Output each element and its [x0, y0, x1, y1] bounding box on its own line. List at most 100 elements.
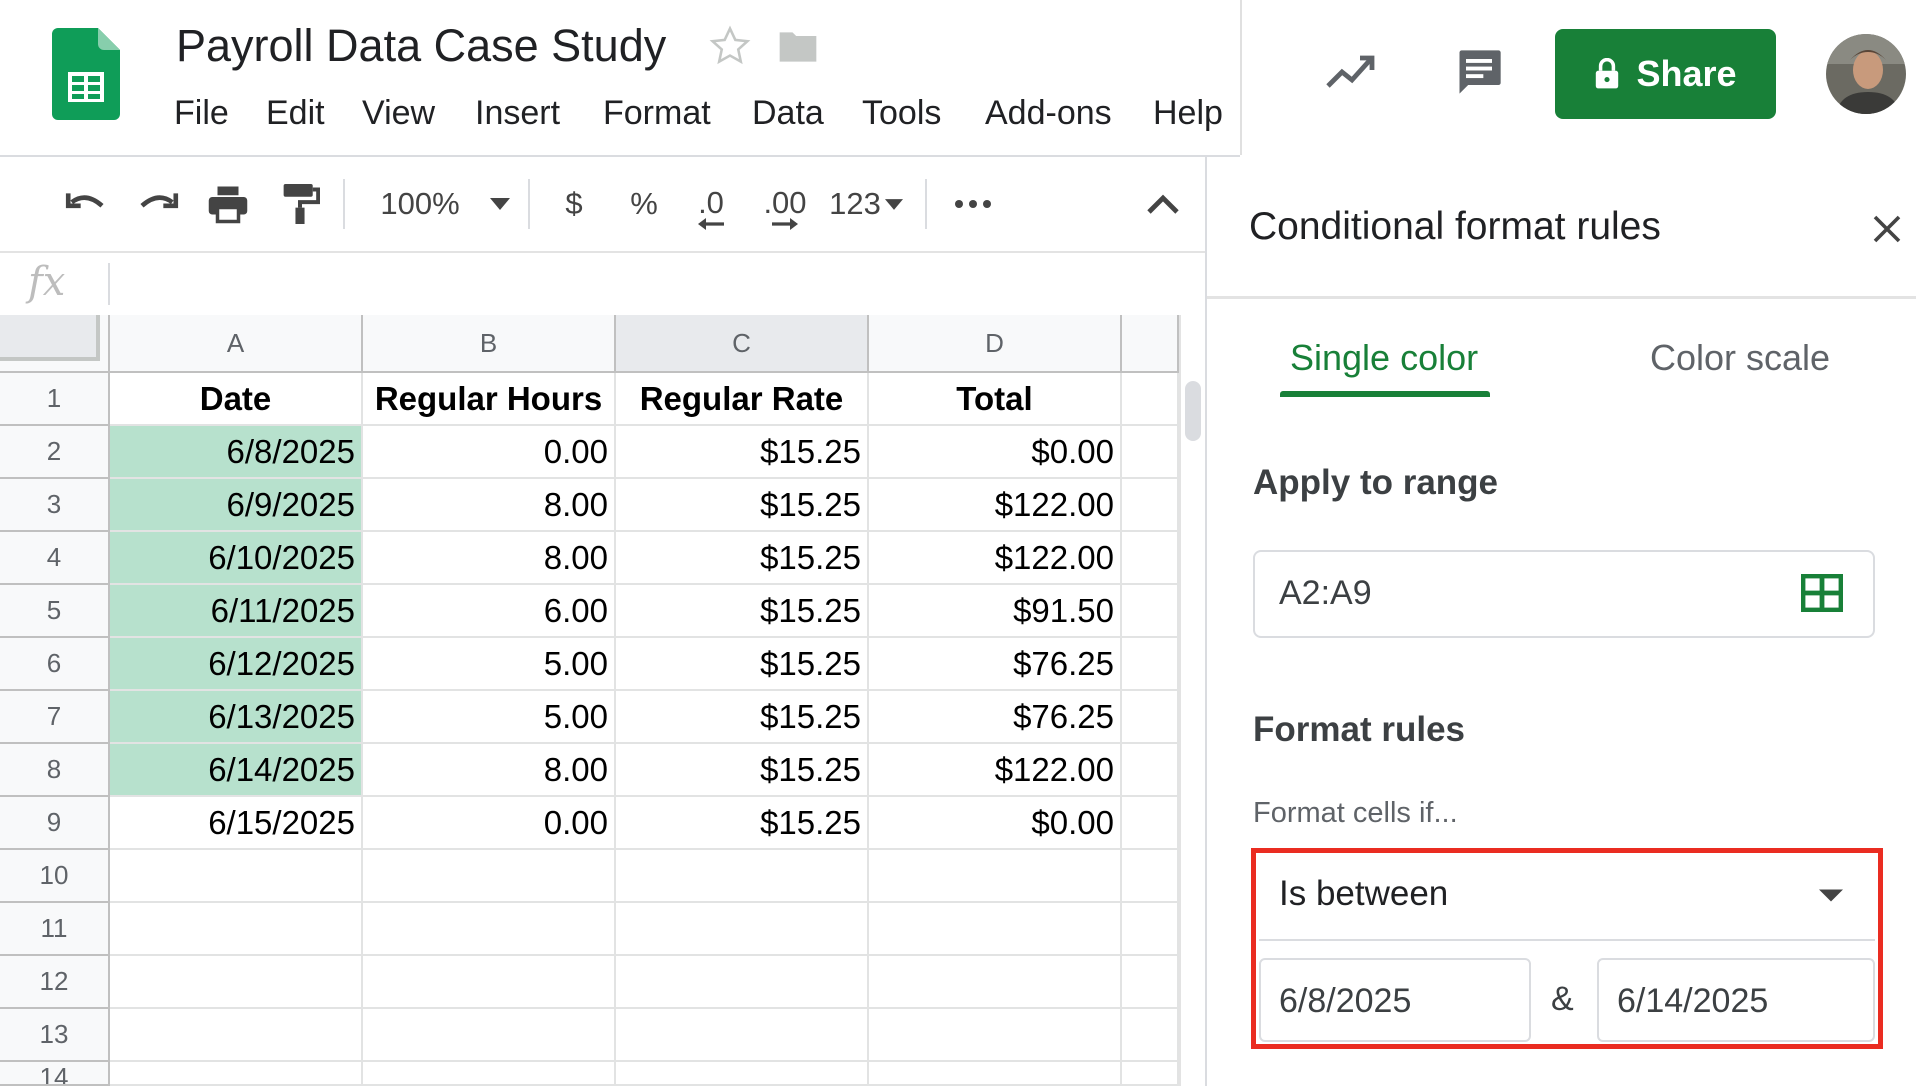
decrease-decimal-button[interactable]: .0 [683, 157, 739, 251]
star-icon[interactable] [708, 24, 752, 68]
empty-cell[interactable] [363, 956, 616, 1009]
cell-c6[interactable]: $15.25 [616, 638, 869, 691]
empty-cell[interactable] [363, 1009, 616, 1062]
empty-cell[interactable] [110, 1062, 363, 1086]
cell-c8[interactable]: $15.25 [616, 744, 869, 797]
user-avatar[interactable] [1826, 34, 1906, 114]
cell-b1[interactable]: Regular Hours [363, 373, 616, 426]
row-header[interactable]: 6 [0, 638, 110, 691]
row-header[interactable]: 8 [0, 744, 110, 797]
redo-button[interactable] [130, 157, 186, 251]
cell-e8[interactable] [1122, 744, 1179, 797]
freeze-handle[interactable] [0, 315, 100, 361]
empty-cell[interactable] [1122, 903, 1179, 956]
empty-cell[interactable] [363, 1062, 616, 1086]
cell-b9[interactable]: 0.00 [363, 797, 616, 850]
menu-add-ons[interactable]: Add-ons [985, 94, 1112, 133]
empty-cell[interactable] [110, 1009, 363, 1062]
row-header[interactable]: 3 [0, 479, 110, 532]
empty-cell[interactable] [110, 850, 363, 903]
row-header[interactable]: 2 [0, 426, 110, 479]
cell-d1[interactable]: Total [869, 373, 1122, 426]
cell-c7[interactable]: $15.25 [616, 691, 869, 744]
empty-cell[interactable] [1122, 850, 1179, 903]
menu-tools[interactable]: Tools [862, 94, 941, 133]
menu-insert[interactable]: Insert [475, 94, 560, 133]
cell-c4[interactable]: $15.25 [616, 532, 869, 585]
select-range-grid-icon[interactable] [1801, 574, 1843, 612]
comments-icon[interactable] [1452, 46, 1506, 98]
row-header[interactable]: 9 [0, 797, 110, 850]
cell-a7[interactable]: 6/13/2025 [110, 691, 363, 744]
row-header[interactable]: 12 [0, 956, 110, 1009]
cell-e6[interactable] [1122, 638, 1179, 691]
select-all-corner[interactable] [0, 315, 110, 373]
cell-b2[interactable]: 0.00 [363, 426, 616, 479]
cell-e9[interactable] [1122, 797, 1179, 850]
cell-a8[interactable]: 6/14/2025 [110, 744, 363, 797]
empty-cell[interactable] [869, 850, 1122, 903]
cell-a4[interactable]: 6/10/2025 [110, 532, 363, 585]
cell-d2[interactable]: $0.00 [869, 426, 1122, 479]
cell-e2[interactable] [1122, 426, 1179, 479]
menu-view[interactable]: View [362, 94, 435, 133]
menu-format[interactable]: Format [603, 94, 711, 133]
empty-cell[interactable] [1122, 956, 1179, 1009]
formula-input[interactable] [118, 261, 1198, 307]
cell-e5[interactable] [1122, 585, 1179, 638]
cell-e7[interactable] [1122, 691, 1179, 744]
close-icon[interactable] [1871, 213, 1903, 245]
cell-c5[interactable]: $15.25 [616, 585, 869, 638]
cell-d7[interactable]: $76.25 [869, 691, 1122, 744]
row-header[interactable]: 4 [0, 532, 110, 585]
cell-d6[interactable]: $76.25 [869, 638, 1122, 691]
cell-a1[interactable]: Date [110, 373, 363, 426]
empty-cell[interactable] [616, 956, 869, 1009]
menu-help[interactable]: Help [1153, 94, 1223, 133]
cell-b3[interactable]: 8.00 [363, 479, 616, 532]
cell-b7[interactable]: 5.00 [363, 691, 616, 744]
cell-b4[interactable]: 8.00 [363, 532, 616, 585]
row-header[interactable]: 5 [0, 585, 110, 638]
cell-d8[interactable]: $122.00 [869, 744, 1122, 797]
empty-cell[interactable] [110, 956, 363, 1009]
row-header[interactable]: 14 [0, 1062, 110, 1086]
cell-e1[interactable] [1122, 373, 1179, 426]
empty-cell[interactable] [616, 1009, 869, 1062]
cell-a9[interactable]: 6/15/2025 [110, 797, 363, 850]
cell-c9[interactable]: $15.25 [616, 797, 869, 850]
menu-data[interactable]: Data [752, 94, 824, 133]
vertical-scrollbar[interactable] [1179, 315, 1205, 1086]
tab-single-color[interactable]: Single color [1290, 337, 1478, 379]
empty-cell[interactable] [363, 850, 616, 903]
empty-cell[interactable] [869, 903, 1122, 956]
empty-cell[interactable] [616, 850, 869, 903]
row-header[interactable]: 13 [0, 1009, 110, 1062]
row-header[interactable]: 7 [0, 691, 110, 744]
cell-a5[interactable]: 6/11/2025 [110, 585, 363, 638]
row-header[interactable]: 10 [0, 850, 110, 903]
collapse-toolbar-button[interactable] [1140, 157, 1186, 251]
format-currency-button[interactable]: $ [550, 157, 598, 251]
tab-color-scale[interactable]: Color scale [1650, 337, 1830, 379]
empty-cell[interactable] [616, 903, 869, 956]
empty-cell[interactable] [1122, 1009, 1179, 1062]
menu-file[interactable]: File [174, 94, 229, 133]
cell-a2[interactable]: 6/8/2025 [110, 426, 363, 479]
more-options-button[interactable] [948, 157, 998, 251]
column-header-c[interactable]: C [616, 315, 869, 373]
print-button[interactable] [200, 157, 256, 251]
zoom-select[interactable]: 100% [370, 157, 520, 251]
empty-cell[interactable] [869, 956, 1122, 1009]
increase-decimal-button[interactable]: .00 [752, 157, 818, 251]
column-header-a[interactable]: A [110, 315, 363, 373]
cell-e3[interactable] [1122, 479, 1179, 532]
empty-cell[interactable] [110, 903, 363, 956]
cell-e4[interactable] [1122, 532, 1179, 585]
cell-a3[interactable]: 6/9/2025 [110, 479, 363, 532]
menu-edit[interactable]: Edit [266, 94, 325, 133]
empty-cell[interactable] [363, 903, 616, 956]
format-percent-button[interactable]: % [620, 157, 668, 251]
cell-c3[interactable]: $15.25 [616, 479, 869, 532]
cell-d9[interactable]: $0.00 [869, 797, 1122, 850]
